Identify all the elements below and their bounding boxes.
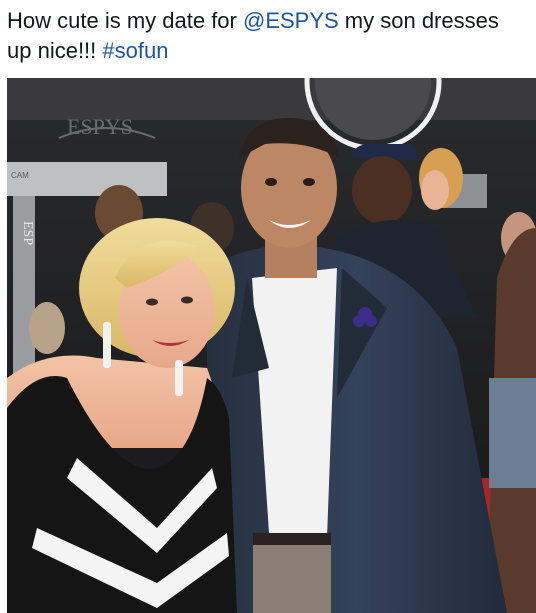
tweet-photo[interactable]: ESPYS CAM ESP [7, 78, 536, 613]
right-earring [175, 360, 183, 396]
camera-platform [7, 162, 167, 196]
young-man-right-eye [303, 178, 315, 186]
tweet-text-intro: How cute is my date for [7, 8, 243, 33]
mention-link[interactable]: @ESPYS [243, 8, 339, 33]
side-banner-letters: ESP [20, 221, 35, 245]
bg-woman-face [421, 170, 449, 210]
belt [253, 533, 331, 545]
tweet-card: How cute is my date for @ESPYS my son dr… [0, 0, 536, 613]
bg-person-3 [29, 302, 65, 354]
trousers [253, 545, 331, 613]
bg-man-face [352, 156, 412, 224]
cam-label: CAM [11, 171, 29, 180]
backdrop-logo: ESPYS [67, 114, 133, 139]
hashtag-link[interactable]: #sofun [102, 38, 168, 63]
woman-right-eye [181, 296, 193, 304]
far-right-dress [489, 378, 536, 488]
left-earring [103, 322, 111, 368]
tweet-text: How cute is my date for @ESPYS my son dr… [7, 6, 527, 66]
young-man-left-eye [265, 178, 277, 186]
woman-left-eye [146, 298, 158, 306]
